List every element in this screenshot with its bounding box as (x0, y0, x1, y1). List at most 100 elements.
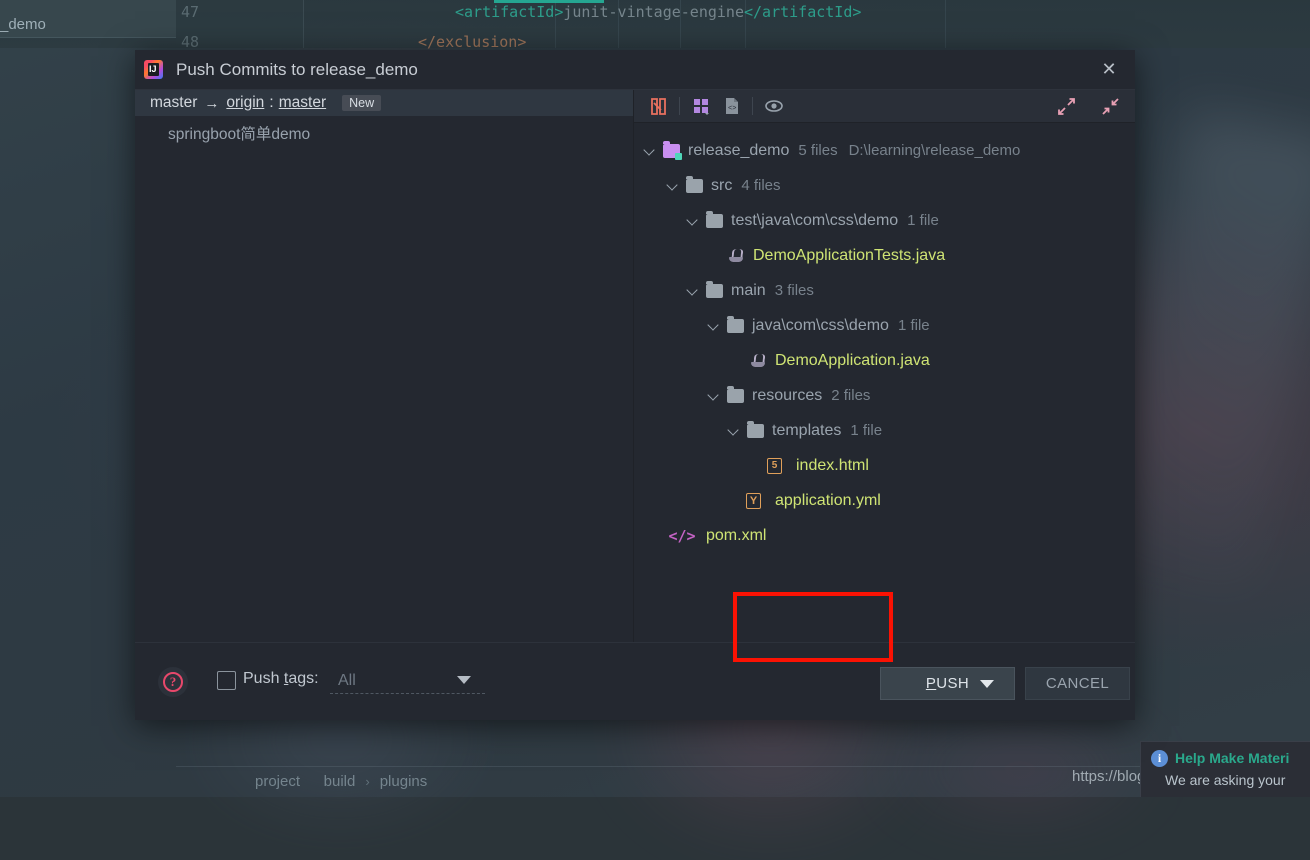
arrow-right-icon: → (204, 95, 219, 112)
tags-select-underline (330, 693, 485, 694)
dialog-titlebar: IJ Push Commits to release_demo ✕ (135, 50, 1135, 89)
close-icon[interactable]: ✕ (1083, 50, 1135, 89)
tree-node-label: test\java\com\css\demo (731, 212, 898, 230)
toolbar-right-group (1051, 90, 1125, 123)
tree-node-count: 3 files (775, 282, 814, 299)
chevron-down-icon[interactable] (728, 424, 741, 437)
cancel-button-label: CANCEL (1046, 675, 1109, 692)
breadcrumb-item-build[interactable]: build (324, 773, 356, 790)
tree-node-demoapplication[interactable]: DemoApplication.java (634, 343, 1135, 378)
tree-node-application-yml[interactable]: Y application.yml (634, 483, 1135, 518)
tree-node-path: D:\learning\release_demo (849, 142, 1021, 159)
expand-all-icon[interactable] (1051, 94, 1081, 120)
chevron-down-icon[interactable] (457, 676, 471, 684)
tree-node-index-html[interactable]: 5 index.html (634, 448, 1135, 483)
tree-node-count: 5 files (798, 142, 837, 159)
code-line-48: </exclusion> (418, 33, 526, 51)
tree-node-java-com-css-demo[interactable]: java\com\css\demo 1 file (634, 308, 1135, 343)
branch-colon: : (269, 94, 273, 112)
new-badge: New (342, 95, 381, 111)
push-button[interactable]: PUSH (880, 667, 1015, 700)
folder-icon (747, 424, 764, 438)
breadcrumb-item-project[interactable]: project (255, 773, 300, 790)
file-details-icon[interactable]: <> (716, 93, 746, 119)
chevron-down-icon[interactable] (708, 319, 721, 332)
java-file-icon (727, 247, 745, 265)
help-icon: ? (163, 672, 183, 692)
branch-row[interactable]: master → origin : master New (135, 90, 633, 116)
remote-branch-label[interactable]: master (279, 94, 326, 112)
tree-node-label: main (731, 282, 766, 300)
collapse-all-icon[interactable] (1095, 94, 1125, 120)
info-icon: i (1151, 750, 1168, 767)
tree-node-label: DemoApplicationTests.java (753, 247, 945, 265)
toolbar-separator-2 (752, 97, 753, 115)
folder-icon (686, 179, 703, 193)
editor-tab[interactable]: _demo (0, 0, 176, 38)
diff-preview-icon[interactable] (643, 93, 673, 119)
dialog-title: Push Commits to release_demo (176, 60, 418, 80)
toast-title: Help Make Materi (1175, 750, 1289, 766)
chevron-down-icon[interactable] (644, 144, 657, 157)
group-by-icon[interactable] (686, 93, 716, 119)
tree-node-label: DemoApplication.java (775, 352, 930, 370)
tree-node-count: 1 file (898, 317, 930, 334)
toolbar-separator-1 (679, 97, 680, 115)
intellij-idea-icon: IJ (144, 60, 163, 79)
breadcrumb-item-plugins[interactable]: plugins (380, 773, 428, 790)
editor-strip: _demo 47 48 <artifactId>junit-vintage-en… (0, 0, 1310, 48)
push-tags-label: Push tags: (243, 670, 319, 688)
remote-name-label[interactable]: origin (226, 94, 264, 112)
tree-node-resources[interactable]: resources 2 files (634, 378, 1135, 413)
tree-node-label: index.html (796, 457, 869, 475)
push-button-label: PUSH (926, 675, 969, 692)
chevron-down-icon[interactable] (708, 389, 721, 402)
editor-tab-label: _demo (0, 16, 46, 33)
tree-node-label: java\com\css\demo (752, 317, 889, 335)
java-file-icon (749, 352, 767, 370)
tree-node-label: release_demo (688, 142, 789, 160)
changed-files-tree[interactable]: release_demo 5 files D:\learning\release… (634, 123, 1135, 642)
svg-text:<>: <> (728, 105, 736, 113)
local-branch-label: master (150, 94, 197, 112)
files-pane: <> (634, 90, 1135, 642)
folder-icon (727, 389, 744, 403)
help-button[interactable]: ? (158, 667, 188, 697)
folder-icon (706, 284, 723, 298)
tree-node-pom-xml[interactable]: </> pom.xml (634, 518, 1135, 553)
intellij-idea-icon-mark: IJ (149, 64, 157, 75)
notification-toast[interactable]: i Help Make Materi We are asking your (1140, 741, 1310, 797)
cancel-button[interactable]: CANCEL (1025, 667, 1130, 700)
folder-icon (727, 319, 744, 333)
tree-node-src[interactable]: src 4 files (634, 168, 1135, 203)
commits-pane: master → origin : master New springboot简… (135, 90, 634, 642)
tree-node-main[interactable]: main 3 files (634, 273, 1135, 308)
line-number-47: 47 (181, 3, 199, 21)
tree-node-count: 1 file (850, 422, 882, 439)
push-commits-dialog: IJ Push Commits to release_demo ✕ master… (135, 50, 1135, 720)
dialog-footer: ? Push tags: All PUSH CANCEL (135, 642, 1135, 720)
dialog-body: master → origin : master New springboot简… (135, 89, 1135, 642)
indent-guide-5 (945, 0, 946, 48)
files-toolbar: <> (634, 90, 1135, 123)
push-tags-checkbox[interactable] (217, 671, 236, 690)
chevron-down-icon[interactable] (687, 284, 700, 297)
code-line-47: <artifactId>junit-vintage-engine</artifa… (455, 3, 861, 21)
tree-node-test-java[interactable]: test\java\com\css\demo 1 file (634, 203, 1135, 238)
tree-node-count: 1 file (907, 212, 939, 229)
line-number-48: 48 (181, 33, 199, 51)
tree-node-label: resources (752, 387, 822, 405)
yml-file-icon: Y (746, 493, 761, 509)
tree-node-label: templates (772, 422, 841, 440)
preview-eye-icon[interactable] (759, 93, 789, 119)
folder-root-icon (663, 144, 680, 158)
tree-node-label: application.yml (775, 492, 881, 510)
breadcrumb-separator-icon (310, 774, 314, 789)
tree-node-release-demo[interactable]: release_demo 5 files D:\learning\release… (634, 133, 1135, 168)
tree-node-demoapplicationtests[interactable]: DemoApplicationTests.java (634, 238, 1135, 273)
chevron-down-icon[interactable] (667, 179, 680, 192)
chevron-down-icon[interactable] (687, 214, 700, 227)
tree-node-label: src (711, 177, 732, 195)
commit-message[interactable]: springboot简单demo (135, 116, 633, 144)
tree-node-templates[interactable]: templates 1 file (634, 413, 1135, 448)
